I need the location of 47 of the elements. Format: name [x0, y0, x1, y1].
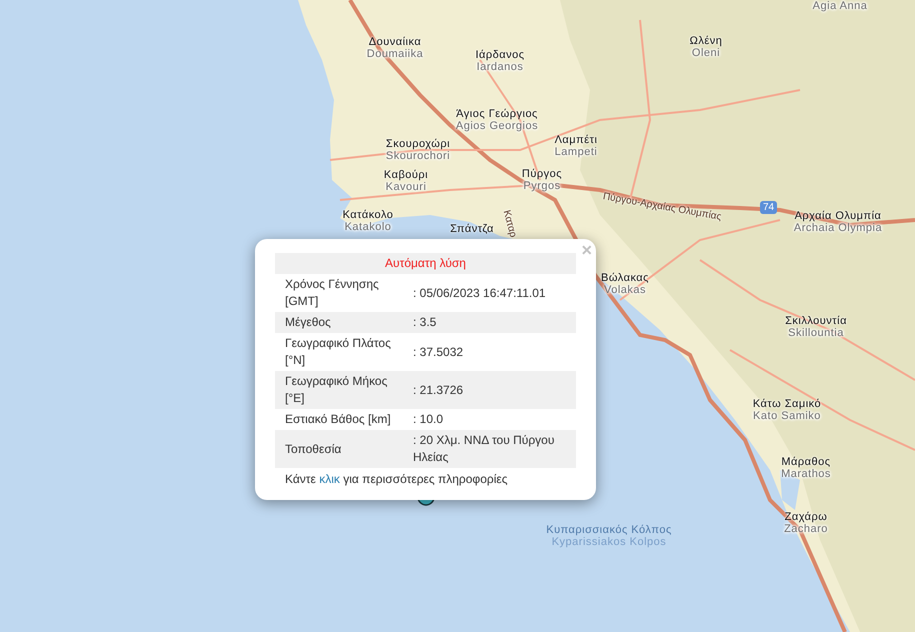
- place-label: Μάραθος: [781, 456, 831, 468]
- field-label: Τοποθεσία: [275, 430, 403, 468]
- place-label: Κατάκολο: [342, 209, 394, 222]
- field-label: Γεωγραφικό Μήκος [°E]: [275, 371, 403, 409]
- place-label: Βώλακας: [601, 272, 649, 284]
- place-label-latin: Agios Georgios: [456, 120, 538, 132]
- road-label: Καταρ: [500, 208, 520, 240]
- field-label: Γεωγραφικό Πλάτος [°N]: [275, 333, 403, 371]
- place-label-latin: Skourochori: [386, 150, 450, 162]
- place-label: Κάτω Σαμικό: [752, 398, 822, 410]
- place-label: Άγιος Γεώργιος: [456, 108, 538, 120]
- field-value: : 20 Χλμ. ΝΝΔ του Πύργου Ηλείας: [403, 430, 576, 468]
- field-label: Χρόνος Γέννησης [GMT]: [275, 274, 403, 312]
- water-label-latin: Kyparissiakos Kolpos: [550, 536, 668, 548]
- place-label-latin: Oleni: [690, 47, 722, 60]
- more-info-text: Κάντε κλικ για περισσότερες πληροφορίες: [284, 471, 509, 488]
- place-label: Δουναίικα: [368, 36, 422, 48]
- place-label: Αρχαία Ολυμπία: [794, 210, 882, 222]
- field-value: : 10.0: [403, 409, 576, 430]
- place-label: Πύργος: [522, 168, 562, 180]
- field-value: : 37.5032: [403, 333, 576, 371]
- place-label: Καβούρι: [384, 169, 428, 182]
- field-value: : 05/06/2023 16:47:11.01: [403, 274, 576, 312]
- place-label: Σκιλλουντία: [785, 315, 847, 328]
- place-label: Σκουροχώρι: [386, 138, 450, 150]
- field-value: : 3.5: [403, 312, 576, 333]
- place-label-latin: Katakolo: [344, 221, 392, 234]
- place-label-latin: Archaia Olympia: [794, 222, 882, 234]
- place-label: Λαμπέτι: [554, 134, 598, 146]
- place-label-latin: Kavouri: [384, 181, 428, 194]
- place-label-latin: Skillountia: [787, 327, 845, 340]
- place-label: Ιάρδανος: [475, 49, 525, 62]
- field-label: Εστιακό Βάθος [km]: [275, 409, 403, 430]
- field-value: : 21.3726: [403, 371, 576, 409]
- place-label: Ωλένη: [690, 35, 722, 48]
- water-label: Κυπαρισσιακός Κόλπος: [546, 524, 672, 536]
- place-label-latin: Marathos: [781, 468, 831, 480]
- more-info-link[interactable]: κλικ: [319, 472, 340, 486]
- place-label: Σπάντζα: [450, 223, 494, 236]
- place-label-latin: Kato Samiko: [752, 410, 822, 422]
- field-label: Μέγεθος: [275, 312, 403, 333]
- place-label: Ζαχάρω: [784, 511, 828, 524]
- road-shield: 74: [760, 201, 778, 214]
- place-label-latin: Agia Anna: [812, 0, 868, 12]
- popup-title: Αυτόματη λύση: [275, 253, 576, 274]
- place-label-latin: Lampeti: [554, 146, 598, 158]
- place-label-latin: Iardanos: [476, 61, 524, 74]
